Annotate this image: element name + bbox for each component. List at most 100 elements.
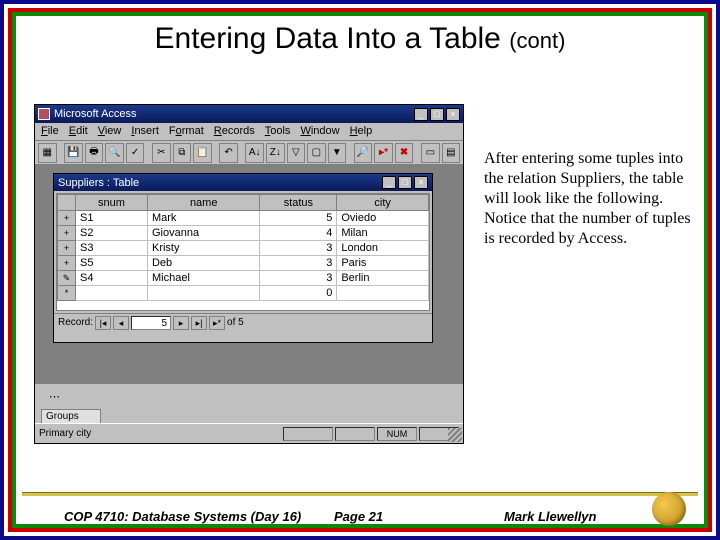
- menu-tools[interactable]: Tools: [265, 125, 291, 138]
- menu-file[interactable]: File: [41, 125, 59, 138]
- nav-new-button[interactable]: ▸*: [209, 316, 225, 330]
- cell-status[interactable]: 3: [260, 241, 337, 256]
- col-city[interactable]: city: [337, 195, 429, 211]
- cell-snum[interactable]: S2: [76, 226, 148, 241]
- nav-total: of 5: [227, 317, 244, 328]
- nav-last-button[interactable]: ▸|: [191, 316, 207, 330]
- body-text: After entering some tuples into the rela…: [484, 149, 694, 249]
- titlebar[interactable]: Microsoft Access _ □ ×: [35, 105, 463, 123]
- table-row[interactable]: *0: [58, 286, 429, 301]
- window-buttons: _ □ ×: [414, 108, 460, 121]
- cell-city[interactable]: Paris: [337, 256, 429, 271]
- filter-sel-icon[interactable]: ▽: [287, 143, 306, 163]
- paste-icon[interactable]: 📋: [193, 143, 212, 163]
- cell-city[interactable]: London: [337, 241, 429, 256]
- nav-next-button[interactable]: ▸: [173, 316, 189, 330]
- ucf-logo-icon: [652, 492, 686, 526]
- cell-snum[interactable]: S5: [76, 256, 148, 271]
- row-selector-header[interactable]: [58, 195, 76, 211]
- row-marker[interactable]: +: [58, 241, 76, 256]
- cell-snum[interactable]: S4: [76, 271, 148, 286]
- menu-records[interactable]: Records: [214, 125, 255, 138]
- cell-snum[interactable]: S1: [76, 211, 148, 226]
- table-titlebar[interactable]: Suppliers : Table _ □ ×: [54, 174, 432, 191]
- sort-desc-icon[interactable]: Z↓: [266, 143, 285, 163]
- menu-help[interactable]: Help: [350, 125, 373, 138]
- cell-status[interactable]: 3: [260, 256, 337, 271]
- print-icon[interactable]: 🖶: [85, 143, 104, 163]
- maximize-button[interactable]: □: [430, 108, 444, 121]
- menu-format[interactable]: Format: [169, 125, 204, 138]
- slide-title: Entering Data Into a Table (cont): [4, 22, 716, 56]
- cell-status[interactable]: 4: [260, 226, 337, 241]
- col-snum[interactable]: snum: [76, 195, 148, 211]
- row-marker[interactable]: ✎: [58, 271, 76, 286]
- cell-name[interactable]: Michael: [147, 271, 259, 286]
- menu-view[interactable]: View: [98, 125, 122, 138]
- groups-header[interactable]: Groups: [41, 409, 101, 424]
- view-icon[interactable]: ▦: [38, 143, 57, 163]
- minimize-button[interactable]: _: [414, 108, 428, 121]
- table-row[interactable]: ✎S4Michael3Berlin: [58, 271, 429, 286]
- status-well-2: [335, 427, 375, 441]
- cell-snum[interactable]: [76, 286, 148, 301]
- copy-icon[interactable]: ⧉: [173, 143, 192, 163]
- col-status[interactable]: status: [260, 195, 337, 211]
- row-marker[interactable]: *: [58, 286, 76, 301]
- close-button[interactable]: ×: [446, 108, 460, 121]
- cell-city[interactable]: Milan: [337, 226, 429, 241]
- objects-line[interactable]: ⋯: [49, 390, 457, 403]
- cell-city[interactable]: Oviedo: [337, 211, 429, 226]
- record-navigator: Record: |◂ ◂ 5 ▸ ▸| ▸* of 5: [54, 313, 432, 331]
- row-marker[interactable]: +: [58, 211, 76, 226]
- table-row[interactable]: +S1Mark5Oviedo: [58, 211, 429, 226]
- sort-asc-icon[interactable]: A↓: [245, 143, 264, 163]
- menu-window[interactable]: Window: [300, 125, 339, 138]
- cell-snum[interactable]: S3: [76, 241, 148, 256]
- access-window: Microsoft Access _ □ × File Edit View In…: [34, 104, 464, 444]
- nav-position[interactable]: 5: [131, 316, 171, 330]
- row-marker[interactable]: +: [58, 226, 76, 241]
- datasheet[interactable]: snum name status city +S1Mark5Oviedo+S2G…: [56, 193, 430, 311]
- col-name[interactable]: name: [147, 195, 259, 211]
- filter-form-icon[interactable]: ▢: [307, 143, 326, 163]
- cell-city[interactable]: Berlin: [337, 271, 429, 286]
- undo-icon[interactable]: ↶: [219, 143, 238, 163]
- cell-city[interactable]: [337, 286, 429, 301]
- table-row[interactable]: +S2Giovanna4Milan: [58, 226, 429, 241]
- status-well-1: [283, 427, 333, 441]
- new-record-icon[interactable]: ▸*: [374, 143, 393, 163]
- new-object-icon[interactable]: ▤: [442, 143, 461, 163]
- cut-icon[interactable]: ✂: [152, 143, 171, 163]
- footer-left: COP 4710: Database Systems (Day 16): [64, 509, 301, 524]
- table-row[interactable]: +S5Deb3Paris: [58, 256, 429, 271]
- find-icon[interactable]: 🔎: [354, 143, 373, 163]
- cell-name[interactable]: [147, 286, 259, 301]
- delete-record-icon[interactable]: ✖: [395, 143, 414, 163]
- sub-close-button[interactable]: ×: [414, 176, 428, 189]
- cell-name[interactable]: Kristy: [147, 241, 259, 256]
- sub-minimize-button[interactable]: _: [382, 176, 396, 189]
- menu-insert[interactable]: Insert: [131, 125, 159, 138]
- table-row[interactable]: +S3Kristy3London: [58, 241, 429, 256]
- cell-name[interactable]: Mark: [147, 211, 259, 226]
- cell-status[interactable]: 3: [260, 271, 337, 286]
- cell-name[interactable]: Giovanna: [147, 226, 259, 241]
- save-icon[interactable]: 💾: [64, 143, 83, 163]
- toolbar: ▦ 💾 🖶 🔍 ✓ ✂ ⧉ 📋 ↶ A↓ Z↓ ▽ ▢ ▼ 🔎 ▸* ✖ ▭ ▤: [35, 141, 463, 165]
- apply-filter-icon[interactable]: ▼: [328, 143, 347, 163]
- menu-edit[interactable]: Edit: [69, 125, 88, 138]
- nav-first-button[interactable]: |◂: [95, 316, 111, 330]
- resize-grip-icon[interactable]: [448, 428, 462, 442]
- cell-status[interactable]: 0: [260, 286, 337, 301]
- cell-name[interactable]: Deb: [147, 256, 259, 271]
- cell-status[interactable]: 5: [260, 211, 337, 226]
- sub-maximize-button[interactable]: □: [398, 176, 412, 189]
- access-app-icon: [38, 108, 50, 120]
- spell-icon[interactable]: ✓: [126, 143, 145, 163]
- nav-prev-button[interactable]: ◂: [113, 316, 129, 330]
- window-db-icon[interactable]: ▭: [421, 143, 440, 163]
- row-marker[interactable]: +: [58, 256, 76, 271]
- data-grid[interactable]: snum name status city +S1Mark5Oviedo+S2G…: [57, 194, 429, 301]
- preview-icon[interactable]: 🔍: [105, 143, 124, 163]
